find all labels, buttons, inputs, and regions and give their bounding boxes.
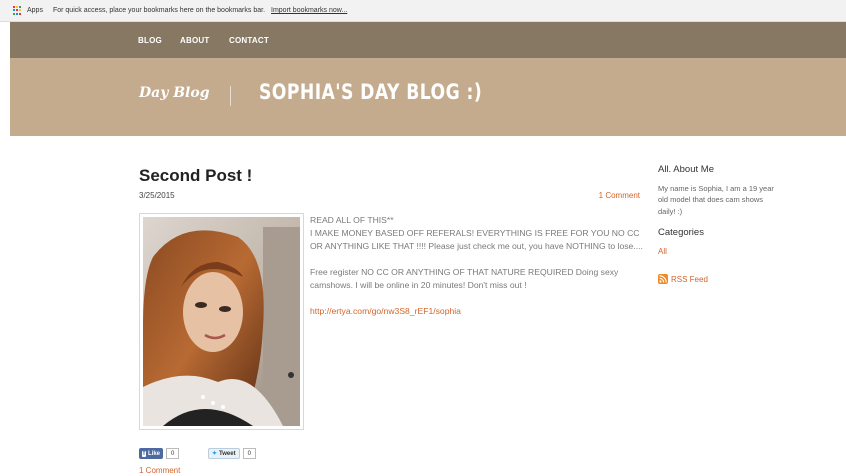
site-title[interactable]: SOPHIA'S DAY BLOG :) xyxy=(259,80,482,104)
sidebar-about-heading: All. About Me xyxy=(658,164,714,175)
nav-contact[interactable]: CONTACT xyxy=(229,36,269,45)
post-paragraph: Free register NO CC OR ANYTHING OF THAT … xyxy=(310,267,619,290)
like-label: Like xyxy=(148,450,161,457)
tweet-label: Tweet xyxy=(219,450,236,457)
post-photo-illustration xyxy=(143,217,300,426)
nav-about[interactable]: ABOUT xyxy=(180,36,209,45)
bookmarks-bar: Apps For quick access, place your bookma… xyxy=(0,0,846,22)
post-paragraph: READ ALL OF THIS** xyxy=(310,215,394,225)
post-body: READ ALL OF THIS** I MAKE MONEY BASED OF… xyxy=(310,214,645,318)
facebook-like-button[interactable]: f Like xyxy=(139,448,164,459)
like-count: 0 xyxy=(166,448,180,459)
post-paragraph: I MAKE MONEY BASED OFF REFERALS! EVERYTH… xyxy=(310,228,643,251)
rss-feed-label: RSS Feed xyxy=(671,274,708,284)
import-bookmarks-link[interactable]: Import bookmarks now... xyxy=(271,7,347,14)
bookmarks-message: For quick access, place your bookmarks h… xyxy=(52,7,266,14)
site-header-banner: Day Blog SOPHIA'S DAY BLOG :) xyxy=(10,58,846,136)
bottom-comments-link[interactable]: 1 Comment xyxy=(139,466,180,475)
post-photo[interactable] xyxy=(143,217,300,426)
apps-label[interactable]: Apps xyxy=(27,7,43,14)
apps-grid-icon[interactable] xyxy=(13,5,23,16)
post-comments-link[interactable]: 1 Comment xyxy=(599,191,640,200)
rss-icon xyxy=(658,274,668,284)
post-date: 3/25/2015 xyxy=(139,191,175,200)
rss-icon-glyph xyxy=(659,275,667,283)
sidebar-categories-heading: Categories xyxy=(658,227,704,238)
rss-feed-link[interactable]: RSS Feed xyxy=(658,274,708,284)
tweet-count: 0 xyxy=(242,448,256,459)
post-external-link[interactable]: http://ertya.com/go/nw3S8_rEF1/sophia xyxy=(310,305,645,318)
sidebar-about-text: My name is Sophia, I am a 19 year old mo… xyxy=(658,184,774,216)
sidebar-category-all[interactable]: All xyxy=(658,247,667,256)
facebook-like-widget: f Like 0 xyxy=(139,448,180,459)
header-divider xyxy=(230,86,231,106)
tweet-button[interactable]: ✦ Tweet xyxy=(208,448,240,459)
tweet-widget: ✦ Tweet 0 xyxy=(208,448,256,459)
post-image-frame xyxy=(139,213,304,430)
site-logo[interactable]: Day Blog xyxy=(139,85,210,101)
twitter-bird-icon: ✦ xyxy=(212,451,218,457)
nav-blog[interactable]: BLOG xyxy=(138,36,162,45)
facebook-icon: f xyxy=(142,450,146,457)
post-title[interactable]: Second Post ! xyxy=(139,166,252,186)
top-navigation: BLOG ABOUT CONTACT xyxy=(10,22,846,58)
